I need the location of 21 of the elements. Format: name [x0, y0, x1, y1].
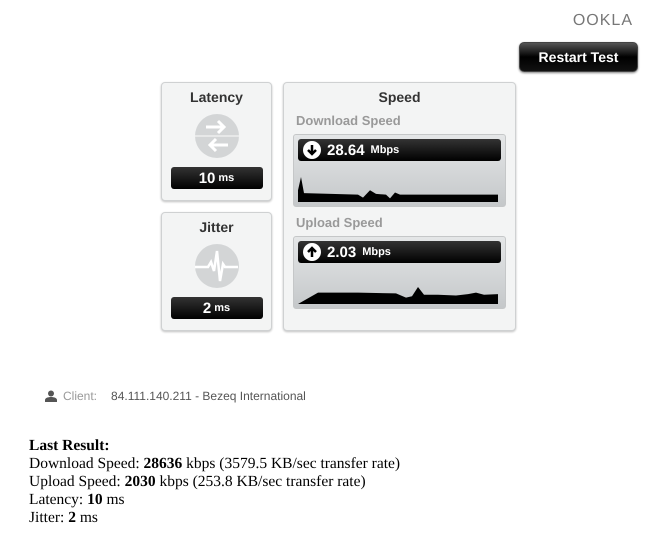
logo: OOKLA — [572, 12, 633, 30]
arrows-icon — [194, 113, 240, 159]
result-line: Latency: 10 ms — [29, 491, 126, 509]
jitter-readout: 2 ms — [170, 297, 262, 319]
result-line: Upload Speed: 2030 kbps (253.8 KB/sec transfer rate) — [29, 473, 367, 491]
client-label: Client: — [63, 389, 98, 403]
pulse-icon — [194, 243, 240, 289]
section-label: Download Speed — [296, 113, 402, 128]
client-value: 84.111.140.211 - Bezeq International — [111, 389, 306, 403]
last-result-heading: Last Result: — [29, 437, 111, 455]
upload-readout: 2.03 Mbps — [298, 241, 501, 263]
result-line: Download Speed: 28636 kbps (3579.5 KB/sec transfer rate) — [29, 455, 402, 473]
panel-title: Speed — [377, 89, 422, 105]
panel-title: Jitter — [199, 219, 234, 235]
person-icon — [45, 390, 57, 402]
section-label: Upload Speed — [296, 215, 384, 230]
latency-readout: 10 ms — [170, 167, 262, 189]
restart-test-button[interactable]: Restart Test — [519, 42, 638, 72]
result-line: Jitter: 2 ms — [29, 509, 99, 527]
download-readout: 28.64 Mbps — [298, 139, 501, 161]
panel-title: Latency — [190, 89, 243, 105]
